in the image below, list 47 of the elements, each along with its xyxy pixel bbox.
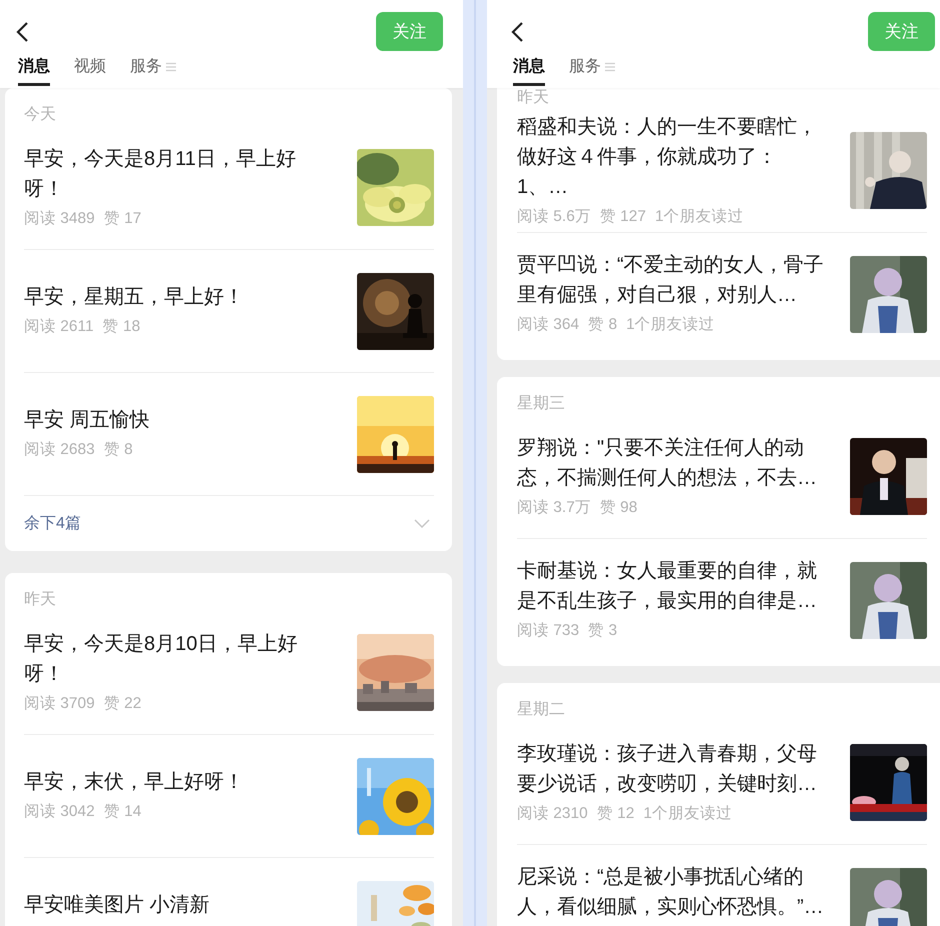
article-title[interactable]: 罗翔说："只要不关注任何人的动态，不揣测任何人的想法，不去…: [517, 432, 827, 492]
tab[interactable]: 服务: [569, 56, 601, 86]
article-stat: 赞 22: [104, 694, 142, 714]
date-label: 今天: [24, 105, 57, 125]
tab[interactable]: 服务: [130, 56, 162, 86]
article-title[interactable]: 早安，今天是8月11日，早上好呀！: [24, 144, 319, 204]
menu-icon[interactable]: [166, 62, 176, 72]
article-title[interactable]: 早安，星期五，早上好！: [24, 282, 319, 312]
article-title[interactable]: 贾平凹说：“不爱主动的女人，骨子里有倔强，对自己狠，对别人…: [517, 250, 827, 310]
chevron-down-icon[interactable]: [414, 519, 430, 528]
article-stat: 赞 3: [588, 621, 618, 641]
article-stat: 赞 12: [596, 804, 634, 824]
menu-icon[interactable]: [605, 62, 615, 72]
tab[interactable]: 视频: [74, 56, 106, 86]
date-label: 昨天: [517, 88, 550, 108]
more-articles-link[interactable]: 余下4篇: [24, 512, 81, 536]
article-stat: 阅读 5.6万: [517, 206, 591, 226]
article-title[interactable]: 早安，今天是8月10日，早上好呀！: [24, 628, 319, 688]
date-label: 星期三: [517, 394, 566, 414]
article-title[interactable]: 稻盛和夫说：人的一生不要瞎忙，做好这４件事，你就成功了：1、…: [517, 112, 827, 202]
article-stat: 阅读 364: [517, 315, 580, 335]
article-title[interactable]: 早安，末伏，早上好呀！: [24, 767, 319, 797]
article-stat: 赞 14: [104, 802, 142, 822]
date-label: 星期二: [517, 700, 566, 720]
article-stat: 阅读 3709: [24, 694, 95, 714]
article-stat: 阅读 3042: [24, 802, 95, 822]
article-title[interactable]: 早安唯美图片 小清新: [24, 890, 319, 920]
article-stat: 赞 18: [102, 317, 140, 337]
article-stat: 赞 98: [600, 498, 638, 518]
article-stat: 阅读 2310: [517, 804, 588, 824]
article-stat: 阅读 3.7万: [517, 498, 591, 518]
article-title[interactable]: 早安 周五愉快: [24, 405, 319, 435]
article-stat: 1个朋友读过: [643, 804, 732, 824]
article-stat: 赞 8: [104, 440, 133, 460]
article-stat: 阅读 2683: [24, 440, 95, 460]
article-title[interactable]: 卡耐基说：女人最重要的自律，就是不乱生孩子，最实用的自律是…: [517, 556, 827, 616]
article-stat: 阅读 733: [517, 621, 580, 641]
article-stat: 1个朋友读过: [655, 206, 744, 226]
article-stat: 赞 17: [104, 208, 142, 228]
date-label: 昨天: [24, 590, 57, 610]
article-stat: 1个朋友读过: [626, 315, 715, 335]
article-stat: 赞 127: [600, 206, 646, 226]
article-stat: 阅读 2611: [24, 317, 94, 337]
article-title[interactable]: 李玫瑾说：孩子进入青春期，父母要少说话，改变唠叨，关键时刻…: [517, 738, 827, 798]
article-title[interactable]: 尼采说：“总是被小事扰乱心绪的人，看似细腻，实则心怀恐惧。”…: [517, 862, 827, 922]
article-stat: 赞 8: [588, 315, 618, 335]
article-stat: 阅读 3489: [24, 208, 95, 228]
